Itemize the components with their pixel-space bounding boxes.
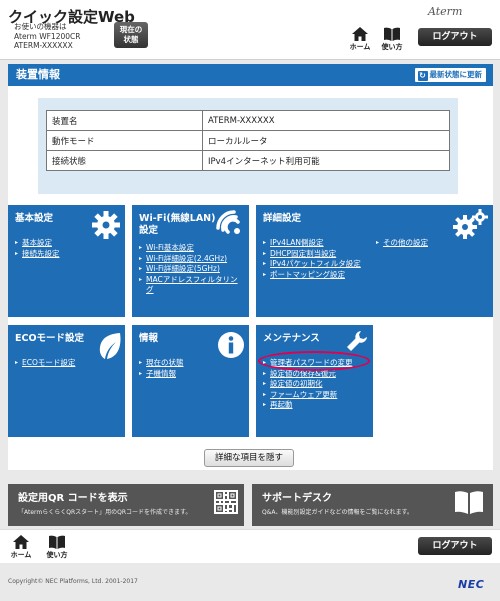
advanced-links-right: その他の設定 xyxy=(376,238,428,249)
device-info-table: 装置名 ATERM-XXXXXX 動作モード ローカルルータ 接続状態 IPv4… xyxy=(46,110,450,171)
tile-advanced-settings: 詳細設定 IPv4LAN側設定 DHCP固定割当設定 IPv4パケットフィルタ設… xyxy=(256,205,493,317)
section-title: 装置情報 xyxy=(16,68,60,81)
table-row: 接続状態 IPv4インターネット利用可能 xyxy=(46,150,450,171)
home-icon xyxy=(352,27,368,41)
link-dhcp-fixed[interactable]: DHCP固定割当設定 xyxy=(263,249,361,260)
tile-title: Wi-Fi(無線LAN)設定 xyxy=(139,213,216,236)
home-button[interactable]: ホーム xyxy=(347,27,373,52)
qr-code-icon xyxy=(214,490,238,514)
banner-desc: 「AtermらくらくQRスタート」用のQRコードを作成できます。 xyxy=(18,509,192,516)
device-info-section-bar: 装置情報 ↻ 最新状態に更新 xyxy=(8,64,493,86)
link-port-mapping[interactable]: ポートマッピング設定 xyxy=(263,270,361,281)
info-icon xyxy=(218,332,244,358)
leaf-icon xyxy=(99,333,121,359)
book-icon xyxy=(384,27,400,41)
footer-nav: ホーム 使い方 ログアウト xyxy=(0,529,500,563)
device-info-box: 装置名 ATERM-XXXXXX 動作モード ローカルルータ 接続状態 IPv4… xyxy=(38,98,458,194)
wrench-icon xyxy=(347,331,367,351)
copyright: Copyright© NEC Platforms, Ltd. 2001-2017 xyxy=(8,578,138,585)
row-key: 動作モード xyxy=(46,130,203,151)
row-value: ATERM-XXXXXX xyxy=(202,110,450,131)
banner-title: サポートデスク xyxy=(262,493,332,504)
link-current-status[interactable]: 現在の状態 xyxy=(139,358,184,369)
basic-links: 基本設定 接続先設定 xyxy=(15,238,60,259)
hide-details-button[interactable]: 詳細な項目を隠す xyxy=(204,449,294,467)
aterm-logo: Aterm xyxy=(428,5,463,18)
logout-button[interactable]: ログアウト xyxy=(418,28,492,46)
highlight-circle xyxy=(258,351,370,371)
link-initialize-settings[interactable]: 設定値の初期化 xyxy=(263,379,353,390)
tile-title: メンテナンス xyxy=(263,333,320,344)
tile-eco-mode: ECOモード設定 ECOモード設定 xyxy=(8,325,125,437)
nec-logo: NEC xyxy=(458,578,485,591)
link-connection-settings[interactable]: 接続先設定 xyxy=(15,249,60,260)
device-line: お使いの機器は xyxy=(14,22,67,31)
link-client-info[interactable]: 子機情報 xyxy=(139,369,184,380)
link-mac-filter[interactable]: MACアドレスフィルタリング xyxy=(139,275,245,296)
link-basic-settings[interactable]: 基本設定 xyxy=(15,238,60,249)
link-wifi-5ghz[interactable]: Wi-Fi詳細設定(5GHz) xyxy=(139,264,245,275)
tile-title: 情報 xyxy=(139,333,159,344)
tile-basic-settings: 基本設定 基本設定 接続先設定 xyxy=(8,205,125,317)
table-row: 動作モード ローカルルータ xyxy=(46,130,450,151)
tile-title: ECOモード設定 xyxy=(15,333,85,344)
footer-home-button[interactable]: ホーム xyxy=(8,535,34,560)
footer-logout-button[interactable]: ログアウト xyxy=(418,537,492,555)
current-status-button[interactable]: 現在の 状態 xyxy=(114,22,148,48)
link-other-settings[interactable]: その他の設定 xyxy=(376,238,428,249)
home-icon xyxy=(13,535,29,549)
refresh-button[interactable]: ↻ 最新状態に更新 xyxy=(413,67,487,83)
support-desk-banner[interactable]: サポートデスク Q&A、機能別設定ガイドなどの情報をご覧になれます。 xyxy=(252,484,493,526)
link-eco-mode[interactable]: ECOモード設定 xyxy=(15,358,75,369)
banner-title: 設定用QR コードを表示 xyxy=(18,493,128,504)
wifi-icon xyxy=(216,210,240,234)
manual-button[interactable]: 使い方 xyxy=(379,27,405,52)
gear-icon xyxy=(92,211,120,239)
device-info: お使いの機器は Aterm WF1200CR ATERM-XXXXXX xyxy=(14,22,80,51)
book-icon xyxy=(455,491,483,514)
row-key: 装置名 xyxy=(46,110,203,131)
qr-code-banner[interactable]: 設定用QR コードを表示 「AtermらくらくQRスタート」用のQRコードを作成… xyxy=(8,484,244,526)
tile-title: 詳細設定 xyxy=(263,213,302,224)
gears-icon xyxy=(453,209,488,239)
refresh-icon: ↻ xyxy=(417,71,428,81)
link-firmware-update[interactable]: ファームウェア更新 xyxy=(263,390,353,401)
tile-wifi-settings: Wi-Fi(無線LAN)設定 Wi-Fi基本設定 Wi-Fi詳細設定(2.4GH… xyxy=(132,205,249,317)
link-wifi-24ghz[interactable]: Wi-Fi詳細設定(2.4GHz) xyxy=(139,254,245,265)
device-model: Aterm WF1200CR xyxy=(14,31,81,41)
banner-desc: Q&A、機能別設定ガイドなどの情報をご覧になれます。 xyxy=(262,509,413,516)
link-reboot[interactable]: 再起動 xyxy=(263,400,353,411)
advanced-links: IPv4LAN側設定 DHCP固定割当設定 IPv4パケットフィルタ設定 ポート… xyxy=(263,238,361,280)
tile-title: 基本設定 xyxy=(15,213,54,224)
info-links: 現在の状態 子機情報 xyxy=(139,358,184,379)
eco-links: ECOモード設定 xyxy=(15,358,75,369)
device-name: ATERM-XXXXXX xyxy=(14,41,73,50)
wifi-links: Wi-Fi基本設定 Wi-Fi詳細設定(2.4GHz) Wi-Fi詳細設定(5G… xyxy=(139,243,245,296)
tile-information: 情報 現在の状態 子機情報 xyxy=(132,325,249,437)
row-key: 接続状態 xyxy=(46,150,203,171)
link-ipv4-packet-filter[interactable]: IPv4パケットフィルタ設定 xyxy=(263,259,361,270)
link-ipv4-lan[interactable]: IPv4LAN側設定 xyxy=(263,238,361,249)
header: クイック設定Web お使いの機器は Aterm WF1200CR ATERM-X… xyxy=(0,0,500,60)
table-row: 装置名 ATERM-XXXXXX xyxy=(46,110,450,131)
link-wifi-basic[interactable]: Wi-Fi基本設定 xyxy=(139,243,245,254)
tile-maintenance: メンテナンス 管理者パスワードの変更 設定値の保存&復元 設定値の初期化 ファー… xyxy=(256,325,373,437)
footer-manual-button[interactable]: 使い方 xyxy=(44,535,70,560)
row-value: IPv4インターネット利用可能 xyxy=(202,150,450,171)
row-value: ローカルルータ xyxy=(202,130,450,151)
book-icon xyxy=(49,535,65,549)
